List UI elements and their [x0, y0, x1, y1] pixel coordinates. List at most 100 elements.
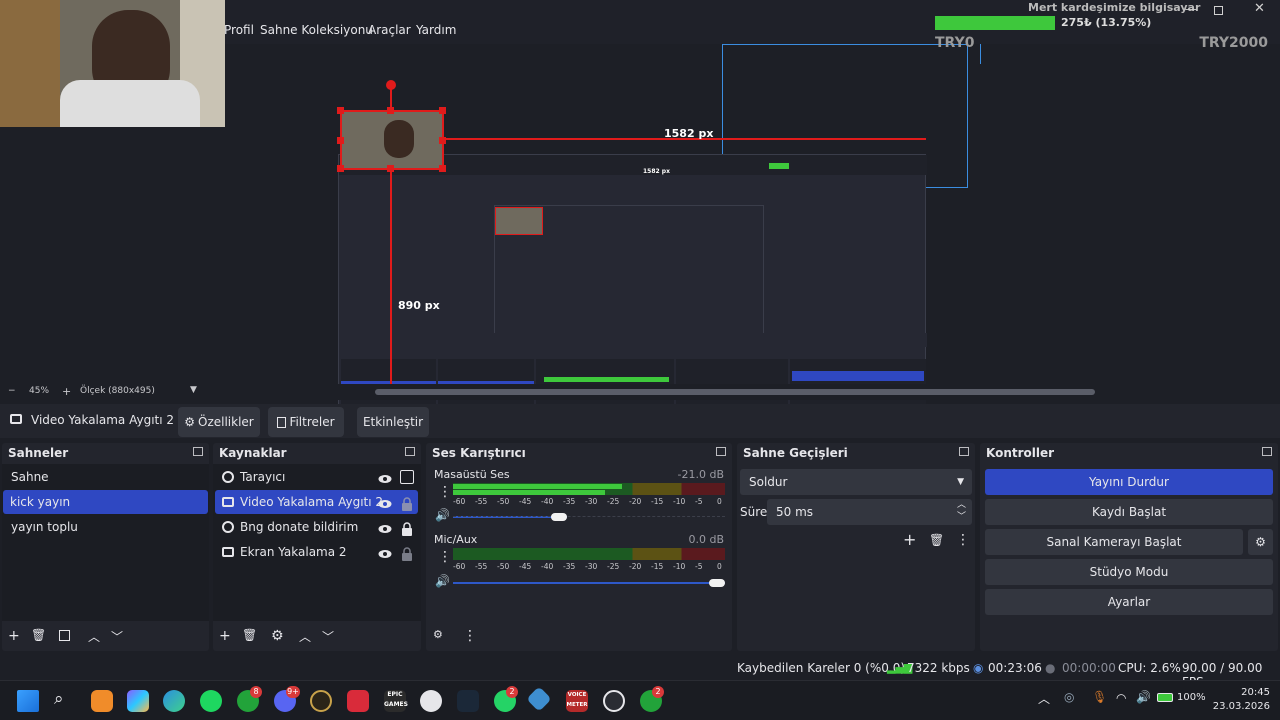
bitrate: 7322 kbps [907, 661, 970, 675]
eye-icon[interactable] [378, 520, 392, 534]
rotate-handle[interactable] [386, 80, 396, 90]
microphone-icon[interactable]: 🎙 [1092, 690, 1107, 704]
undock-icon[interactable] [1262, 447, 1272, 456]
transition-menu-icon[interactable]: ⋮ [956, 532, 970, 548]
voicemeeter-icon[interactable]: VOICE METER [566, 690, 588, 712]
source-item-bng-donate[interactable]: Bng donate bildirim [215, 515, 418, 539]
camera-source-selection[interactable] [340, 110, 444, 170]
resize-handle-br[interactable] [439, 165, 446, 172]
zoom-scale[interactable]: Ölçek (880x495) [80, 386, 155, 396]
add-source-icon[interactable]: + [219, 628, 231, 644]
chevron-down-icon[interactable]: ▼ [190, 385, 197, 395]
spotify-icon[interactable] [200, 690, 222, 712]
preview-scrollbar[interactable] [375, 389, 1095, 395]
volume-slider[interactable] [709, 579, 725, 587]
steam-icon[interactable] [457, 690, 479, 712]
source-item-screen-capture[interactable]: Ekran Yakalama 2 [215, 540, 418, 564]
mixer-menu-icon[interactable]: ⋮ [463, 628, 477, 644]
undock-icon[interactable] [716, 447, 726, 456]
copilot-icon[interactable] [127, 690, 149, 712]
move-down-icon[interactable]: ﹀ [322, 628, 334, 645]
media-player-icon[interactable] [420, 690, 442, 712]
resize-handle-bl[interactable] [337, 165, 344, 172]
wifi-icon[interactable]: ◠ [1116, 691, 1126, 705]
resize-handle-tr[interactable] [439, 107, 446, 114]
eye-icon[interactable] [378, 470, 392, 484]
resize-handle-r[interactable] [439, 137, 446, 144]
rockstar-icon[interactable] [347, 690, 369, 712]
start-recording-button[interactable]: Kaydı Başlat [985, 499, 1273, 525]
resize-handle-b[interactable] [387, 165, 394, 172]
volume-slider[interactable] [551, 513, 567, 521]
menu-scene-collection[interactable]: Sahne Koleksiyonu [260, 23, 373, 37]
move-down-icon[interactable]: ﹀ [111, 628, 123, 645]
chevron-down-icon[interactable]: ﹀ [957, 504, 966, 530]
volume-icon[interactable]: 🔊 [1136, 690, 1151, 704]
transition-select[interactable]: Soldur ▼ [740, 469, 972, 495]
resize-handle-l[interactable] [337, 137, 344, 144]
start-virtual-camera-button[interactable]: Sanal Kamerayı Başlat [985, 529, 1243, 555]
remove-transition-icon[interactable]: 🗑 [929, 533, 944, 547]
scene-item-yayin-toplu[interactable]: yayın toplu [4, 515, 209, 539]
brave-icon[interactable] [91, 690, 113, 712]
filters-button[interactable]: Filtreler [268, 407, 344, 437]
speaker-icon[interactable]: 🔊 [435, 574, 450, 588]
edge-icon[interactable] [163, 690, 185, 712]
settings-button[interactable]: Ayarlar [985, 589, 1273, 615]
move-up-icon[interactable]: ︿ [299, 628, 311, 645]
menu-tools[interactable]: Araçlar [368, 23, 411, 37]
zoom-in-button[interactable]: + [62, 385, 71, 398]
chevron-up-icon[interactable]: ︿ [1038, 690, 1050, 707]
stop-stream-button[interactable]: Yayını Durdur [985, 469, 1273, 495]
scene-item-sahne[interactable]: Sahne [4, 465, 209, 489]
meter-tick-label: -40 [541, 562, 554, 571]
add-transition-icon[interactable]: + [903, 530, 916, 549]
advanced-audio-icon[interactable]: ⚙ [433, 628, 443, 641]
lock-icon[interactable] [400, 470, 414, 484]
minimize-icon[interactable]: — [1185, 2, 1197, 16]
channel-menu-icon[interactable]: ⋮ [438, 485, 452, 499]
close-icon[interactable]: ✕ [1254, 1, 1265, 16]
battery-icon[interactable] [1157, 693, 1173, 702]
lock-icon[interactable] [401, 495, 413, 511]
channel-meter [453, 548, 725, 560]
resize-handle-tl[interactable] [337, 107, 344, 114]
channel-menu-icon[interactable]: ⋮ [438, 550, 452, 564]
clock[interactable]: 20:45 23.03.2026 [1213, 686, 1270, 714]
game-launcher-icon[interactable] [310, 690, 332, 712]
interact-button[interactable]: Etkinleştir [357, 407, 429, 437]
search-icon[interactable]: ⌕ [54, 689, 64, 709]
app-diamond-icon[interactable] [526, 686, 552, 712]
virtual-camera-settings-button[interactable]: ⚙ [1248, 529, 1273, 555]
move-up-icon[interactable]: ︿ [88, 628, 100, 645]
lock-icon[interactable] [401, 520, 413, 536]
undock-icon[interactable] [405, 447, 415, 456]
undock-icon[interactable] [193, 447, 203, 456]
eye-icon[interactable] [378, 545, 392, 559]
scene-item-kick-yayin[interactable]: kick yayın [3, 490, 208, 514]
duration-spinbox[interactable]: 50 ms ︿ ﹀ [767, 499, 972, 525]
scene-filters-icon[interactable] [59, 630, 70, 641]
menu-help[interactable]: Yardım [416, 23, 456, 37]
undock-icon[interactable] [959, 447, 969, 456]
remove-scene-icon[interactable]: 🗑 [31, 628, 46, 642]
resize-handle-t[interactable] [387, 107, 394, 114]
speaker-icon[interactable]: 🔊 [435, 508, 450, 522]
obs-icon[interactable] [603, 690, 625, 712]
remove-source-icon[interactable]: 🗑 [242, 628, 257, 642]
steam-tray-icon[interactable]: ◎ [1064, 690, 1074, 704]
source-item-tarayici[interactable]: Tarayıcı [215, 465, 418, 489]
maximize-icon[interactable] [1214, 6, 1223, 15]
epic-games-icon[interactable]: EPIC GAMES [384, 690, 408, 712]
nested-stop-stream [792, 371, 924, 381]
properties-button[interactable]: ⚙ Özellikler [178, 407, 260, 437]
source-item-video-capture[interactable]: Video Yakalama Aygıtı 2 [215, 490, 418, 514]
gear-icon[interactable]: ⚙ [271, 628, 284, 644]
menu-profile[interactable]: Profil [224, 23, 254, 37]
add-scene-icon[interactable]: + [8, 628, 20, 644]
start-icon[interactable] [17, 690, 39, 712]
eye-icon[interactable] [378, 495, 392, 509]
zoom-out-button[interactable]: − [8, 386, 16, 396]
lock-icon[interactable] [401, 545, 413, 561]
studio-mode-button[interactable]: Stüdyo Modu [985, 559, 1273, 585]
